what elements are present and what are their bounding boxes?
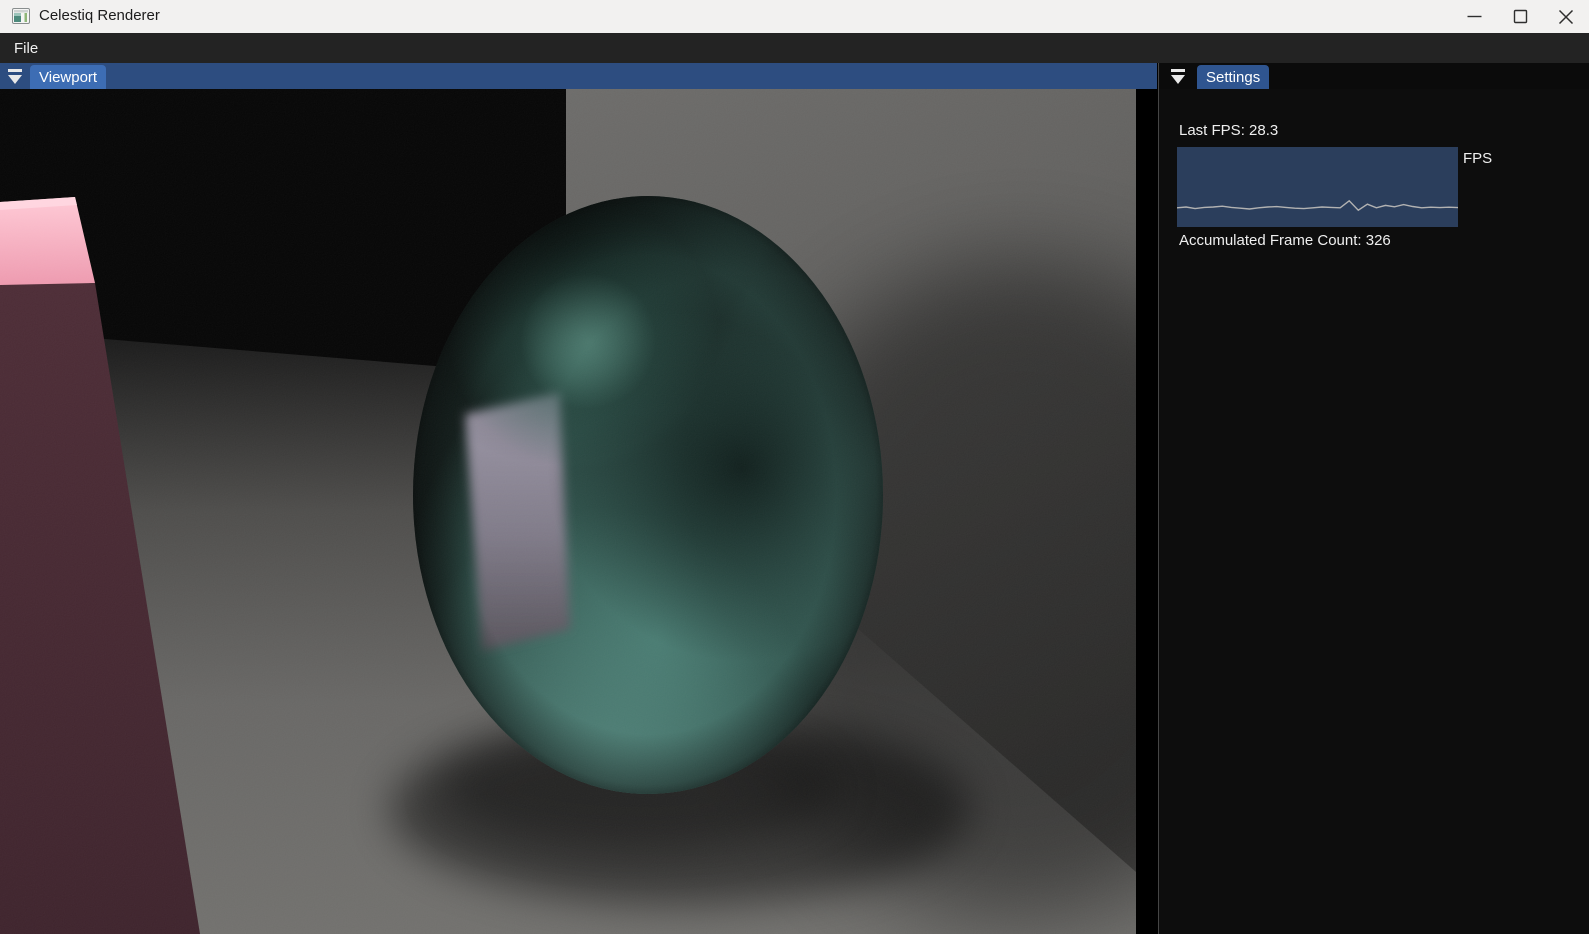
settings-body: Last FPS: 28.3 FPS Accumulated Frame Cou… — [1159, 89, 1589, 934]
viewport-panel: Viewport — [0, 63, 1157, 934]
last-fps-value: 28.3 — [1249, 122, 1278, 139]
last-fps-text: Last FPS: 28.3 — [1179, 122, 1278, 139]
viewport-canvas[interactable] — [0, 89, 1136, 934]
close-icon — [1558, 9, 1574, 25]
tab-viewport-label: Viewport — [39, 69, 97, 86]
window-controls — [1451, 0, 1589, 33]
render-noise — [0, 89, 1136, 934]
settings-titlebar: Settings — [1159, 63, 1589, 89]
maximize-icon — [1513, 9, 1528, 24]
accumulated-frames-label: Accumulated Frame Count: — [1179, 232, 1366, 249]
fps-graph — [1177, 147, 1458, 227]
fps-graph-label: FPS — [1463, 150, 1492, 167]
settings-panel: Settings Last FPS: 28.3 FPS Accumulated … — [1158, 63, 1589, 934]
minimize-button[interactable] — [1451, 0, 1497, 33]
app-icon — [12, 8, 30, 24]
accumulated-frames-value: 326 — [1366, 232, 1391, 249]
titlebar: Celestiq Renderer — [0, 0, 1589, 33]
viewport-titlebar: Viewport — [0, 63, 1157, 89]
menubar: File — [0, 33, 1589, 63]
close-button[interactable] — [1543, 0, 1589, 33]
viewport-collapse-arrow-icon[interactable] — [8, 68, 24, 85]
tab-settings-label: Settings — [1206, 69, 1260, 86]
window-title: Celestiq Renderer — [39, 7, 160, 24]
dockspace: Viewport — [0, 63, 1589, 934]
last-fps-label: Last FPS: — [1179, 122, 1249, 139]
menu-file[interactable]: File — [0, 33, 52, 63]
app-window: Celestiq Renderer File — [0, 0, 1589, 934]
settings-collapse-arrow-icon[interactable] — [1171, 68, 1187, 85]
maximize-button[interactable] — [1497, 0, 1543, 33]
minimize-icon — [1467, 9, 1482, 24]
tab-viewport[interactable]: Viewport — [30, 65, 106, 89]
fps-graph-bg — [1177, 147, 1458, 227]
accumulated-frames-text: Accumulated Frame Count: 326 — [1179, 232, 1391, 249]
tab-settings[interactable]: Settings — [1197, 65, 1269, 89]
